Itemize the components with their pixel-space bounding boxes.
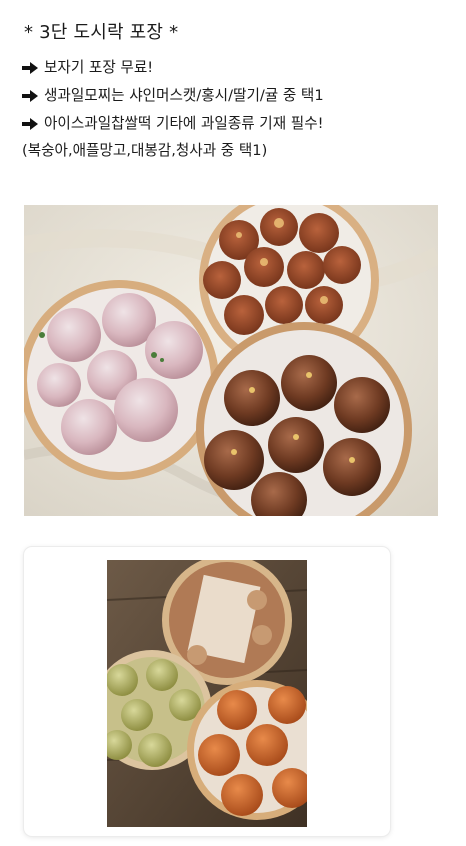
bullet-item: 아이스과일찹쌀떡 기타에 과일종류 기재 필수! xyxy=(22,114,452,133)
right-arrow-icon xyxy=(22,89,38,102)
bullet-text: 보자기 포장 무료! xyxy=(44,59,154,76)
bullet-text: 아이스과일찹쌀떡 기타에 과일종류 기재 필수! xyxy=(44,115,324,132)
page-title: * 3단 도시락 포장 * xyxy=(24,22,179,43)
fruit-choice-note: (복숭아,애플망고,대봉감,청사과 중 택1) xyxy=(22,142,268,159)
info-bullets: 보자기 포장 무료! 생과일모찌는 샤인머스캣/홍시/딸기/귤 중 택1 아이스… xyxy=(22,58,452,160)
bullet-item: 보자기 포장 무료! xyxy=(22,58,452,77)
bullet-item: 생과일모찌는 샤인머스캣/홍시/딸기/귤 중 택1 xyxy=(22,86,452,105)
dessert-boxes-photo xyxy=(24,205,438,516)
right-arrow-icon xyxy=(22,61,38,74)
bullet-text: 생과일모찌는 샤인머스캣/홍시/딸기/귤 중 택1 xyxy=(44,87,324,104)
right-arrow-icon xyxy=(22,117,38,130)
dessert-boxes-photo xyxy=(107,560,307,827)
photo-card xyxy=(24,547,390,836)
